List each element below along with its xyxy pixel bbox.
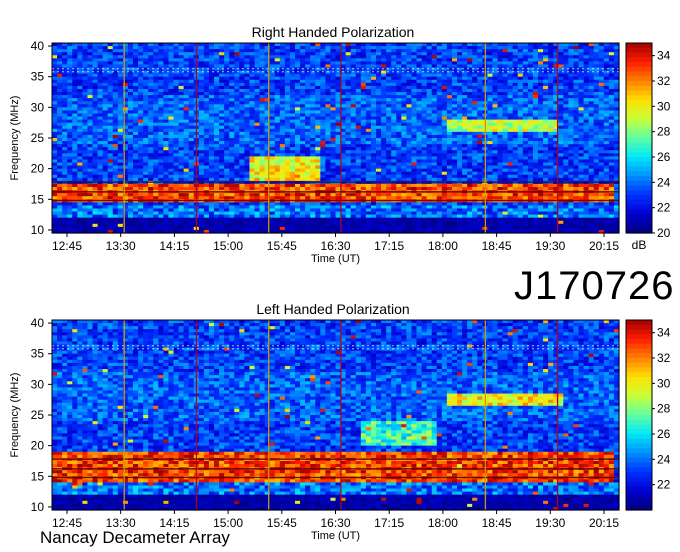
spectrum-panel-right: 10152025303540Frequency (MHz)12:45 13:30 1… xyxy=(9,39,671,265)
